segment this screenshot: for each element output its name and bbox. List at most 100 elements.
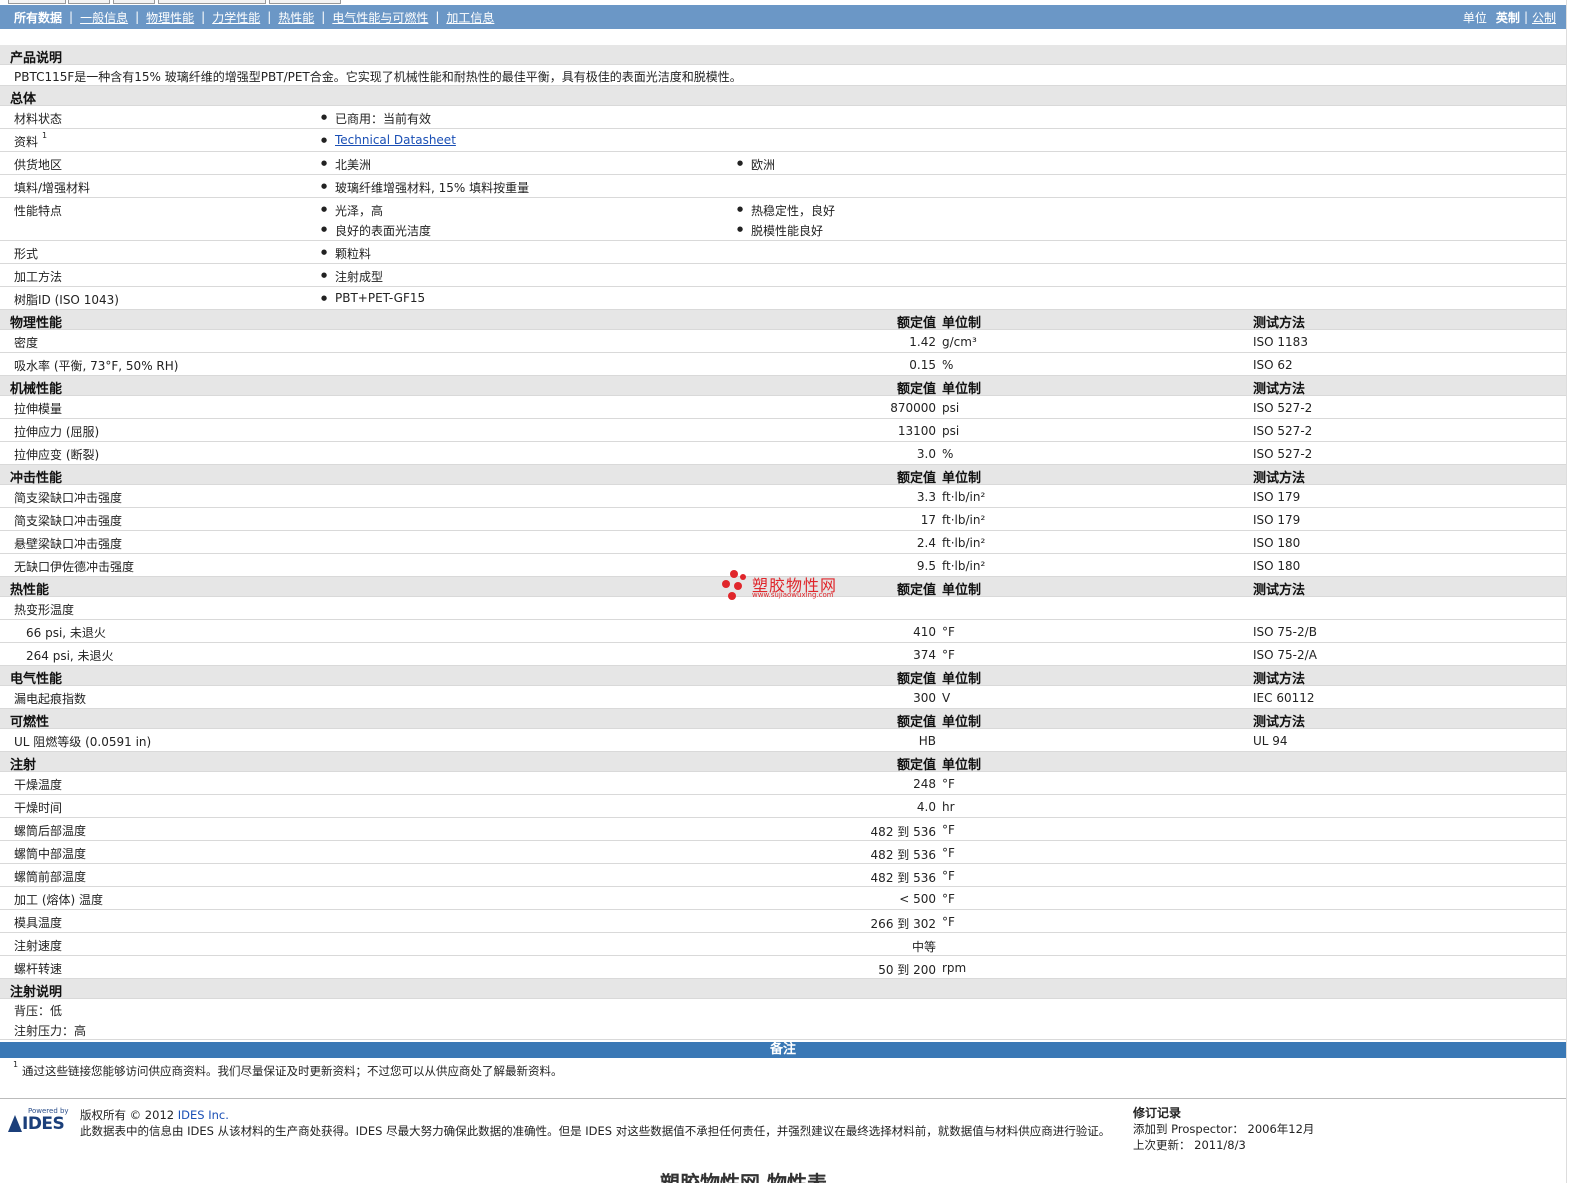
property-unit: ft·lb/in² [942,559,986,573]
updated-value: 2011/8/3 [1194,1138,1246,1152]
nav-bar: 所有数据 | 一般信息 | 物理性能 | 力学性能 | 热性能 | 电气性能与可燃性 | 加工信息 单位… [0,5,1566,29]
property-unit: °F [942,892,955,906]
unit-header: 单位制 [942,382,982,397]
value-header: 额定值 [896,715,936,730]
property-row: 干燥温度 248 °F [0,772,1566,795]
section-header: 产品说明 [0,45,1566,66]
nav-separator: | [201,10,206,24]
general-item-text: 热稳定性，良好 [751,204,836,218]
test-method: ISO 180 [1253,559,1301,573]
property-label: 螺筒前部温度 [14,870,87,884]
method-header: 测试方法 [1253,583,1306,598]
general-item-text: 欧洲 [751,158,776,172]
general-item-text: 注射成型 [335,270,384,284]
property-label: 66 psi, 未退火 [26,626,106,640]
general-item-text: 玻璃纤维增强材料, 15% 填料按重量 [335,181,530,195]
property-unit: ft·lb/in² [942,513,986,527]
nav-link-6[interactable]: 加工信息 [446,9,494,26]
property-value: 248 [913,777,936,791]
section-header: 电气性能 额定值 单位制 测试方法 [0,666,1566,687]
property-unit: % [942,358,954,372]
nav-link-0[interactable]: 所有数据 [14,9,62,26]
section-title: 物理性能 [10,316,63,331]
property-unit: °F [942,915,955,929]
property-row: 螺筒前部温度 482 到 536 °F [0,864,1566,887]
general-label: 性能特点 [14,204,63,218]
general-row: 形式 颗粒料 [0,241,1566,264]
property-value: < 500 [899,892,936,906]
property-value: 3.0 [916,447,936,461]
property-row: 螺筒中部温度 482 到 536 °F [0,841,1566,864]
unit-header: 单位制 [942,672,982,687]
property-unit: °F [942,823,955,837]
scrollbar[interactable] [1566,0,1586,1183]
property-unit: ft·lb/in² [942,490,986,504]
property-value: 13100 [897,424,936,438]
general-item: 良好的表面光洁度 [321,222,431,239]
revision-title: 修订记录 [1133,1106,1182,1120]
nav-links: 所有数据 | 一般信息 | 物理性能 | 力学性能 | 热性能 | 电气性能与可燃性 | 加工信息 [0,5,494,29]
property-value: 9.5 [916,559,936,573]
property-label: 螺杆转速 [14,962,63,976]
general-item: 脱模性能良好 [737,222,823,239]
value-header: 额定值 [896,583,936,598]
nav-link-5[interactable]: 电气性能与可燃性 [332,9,428,26]
test-method: IEC 60112 [1253,691,1315,705]
property-value: 300 [913,691,936,705]
general-item-text: PBT+PET-GF15 [335,291,426,305]
property-value: 374 [913,648,936,662]
unit-metric-link[interactable]: 公制 [1532,9,1556,26]
added-value: 2006年12月 [1247,1122,1315,1136]
property-label: 螺筒后部温度 [14,824,87,838]
general-item: 已商用：当前有效 [321,110,431,127]
property-row: 吸水率 (平衡, 73°F, 50% RH) 0.15% ISO 62 [0,353,1566,376]
test-method: ISO 527-2 [1253,401,1313,415]
property-value: 4.0 [916,800,936,814]
test-method: ISO 527-2 [1253,447,1313,461]
value-header: 额定值 [896,758,936,773]
general-row: 供货地区 北美洲 欧洲 [0,152,1566,175]
technical-datasheet-link[interactable]: Technical Datasheet [335,133,456,147]
general-item: 玻璃纤维增强材料, 15% 填料按重量 [321,179,530,196]
section-title: 总体 [10,92,37,107]
property-row: 拉伸应变 (断裂) 3.0% ISO 527-2 [0,442,1566,465]
nav-link-1[interactable]: 一般信息 [80,9,128,26]
ides-company-link[interactable]: IDES Inc. [178,1108,229,1122]
property-label: 干燥时间 [14,801,63,815]
nav-link-2[interactable]: 物理性能 [146,9,194,26]
general-item: Technical Datasheet [321,133,456,147]
units-label: 单位 [1462,10,1487,25]
disclaimer: 此数据表中的信息由 IDES 从该材料的生产商处获得。IDES 尽最大努力确保此… [80,1124,1111,1138]
footnote-marker: 1 [42,131,48,140]
property-row: 注射速度 中等 [0,933,1566,956]
general-item: 注射成型 [321,268,384,285]
value-header: 额定值 [896,382,936,397]
property-label: 吸水率 (平衡, 73°F, 50% RH) [14,359,179,373]
general-label: 资料 [14,135,39,149]
property-label: 热变形温度 [14,603,75,617]
property-row: 简支梁缺口冲击强度 17 ft·lb/in² ISO 179 [0,508,1566,531]
section-header: 总体 [0,86,1566,107]
nav-link-4[interactable]: 热性能 [278,9,314,26]
unit-switch: 单位 英制 | 公制 [1462,9,1556,26]
section-title: 可燃性 [10,715,50,730]
revision-history: 修订记录 添加到 Prospector： 2006年12月 上次更新： 2011… [1133,1105,1314,1153]
property-value: 870000 [890,401,936,415]
unit-english-link[interactable]: 英制 [1496,9,1520,26]
property-value: 中等 [911,940,936,954]
property-value: 2.4 [916,536,936,550]
test-method: ISO 179 [1253,490,1301,504]
property-label: 密度 [14,336,39,350]
general-item: 光泽，高 [321,202,383,219]
nav-separator: | [435,10,440,24]
ides-logo[interactable]: Powered by IDES [8,1107,70,1137]
property-unit: psi [942,424,960,438]
nav-link-3[interactable]: 力学性能 [212,9,260,26]
section-title: 电气性能 [10,672,63,687]
property-unit: % [942,447,954,461]
property-value: 482 到 536 [870,825,936,839]
property-unit: hr [942,800,955,814]
general-item-text: 颗粒料 [335,247,372,261]
section-title: 注射 [10,758,37,773]
property-label: 拉伸模量 [14,402,63,416]
